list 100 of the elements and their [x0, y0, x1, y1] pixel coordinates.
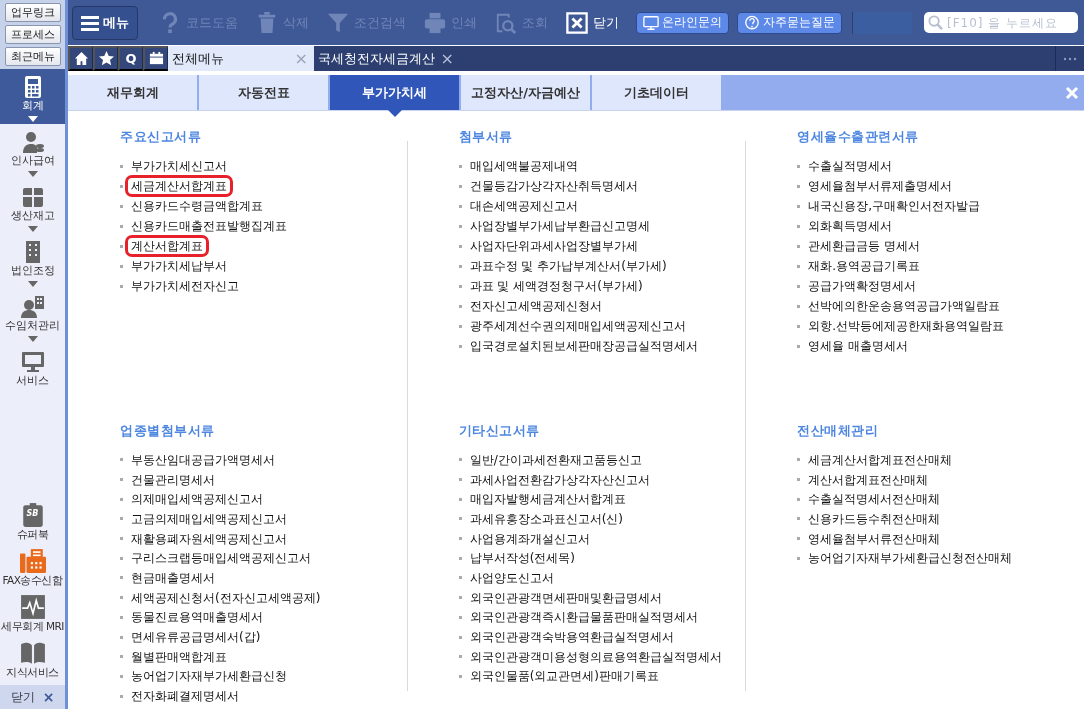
category-tab[interactable]: 고정자산/자금예산 [461, 75, 592, 110]
tool-nav-item[interactable]: FAX송수신함 [0, 545, 65, 591]
menu-link[interactable]: 동물진료용역매출명세서 [125, 606, 269, 629]
category-tab[interactable]: 재무회계 [68, 75, 199, 110]
bullet-icon [797, 304, 801, 308]
bullet-icon [120, 164, 123, 168]
bullet-icon [120, 458, 123, 462]
module-nav-item[interactable]: 법인조정 [0, 234, 65, 289]
bullet-icon [797, 517, 801, 521]
quick-search-button[interactable]: Q [118, 46, 143, 71]
module-nav-item[interactable]: 회계 [0, 69, 65, 124]
bullet-icon [458, 537, 462, 541]
close-icon[interactable]: × [440, 49, 454, 68]
quick-link-button[interactable]: 최근메뉴 [4, 47, 61, 66]
bullet-icon [797, 497, 801, 501]
section-heading: 기타신고서류 [458, 423, 540, 440]
category-tab[interactable]: 자동전표 [199, 75, 330, 110]
menu-link[interactable]: 외국인관광객즉시환급물품판매실적명세서 [463, 606, 704, 629]
menu-link[interactable]: 영세율 매출명세서 [802, 335, 915, 357]
menu-link[interactable]: 부동산임대공급가액명세서 [125, 448, 281, 471]
menu-link[interactable]: 계산서합계표전산매체 [802, 468, 935, 491]
menu-link[interactable]: 외국인물품(외교관면세)판매기록표 [463, 665, 666, 688]
window-tab[interactable]: 국세청전자세금계산 × [314, 46, 460, 71]
bullet-icon [120, 596, 123, 600]
menu-link[interactable]: 매입세액불공제내역 [463, 155, 584, 177]
bullet-icon [120, 284, 123, 288]
menu-link[interactable]: 광주세계선수권의제매입세액공제신고서 [463, 315, 692, 337]
close-box-icon [566, 11, 588, 34]
module-nav-item[interactable]: 생산재고 [0, 179, 65, 234]
close-icon: × [42, 689, 55, 705]
menu-link[interactable]: 외항.선박등에제공한재화용역일람표 [802, 315, 1011, 337]
tool-nav-item[interactable]: 지식서비스 [0, 637, 65, 683]
menu-link[interactable]: 사업장별부가세납부환급신고명세 [463, 215, 656, 237]
window-tab[interactable]: 전체메뉴 × [168, 46, 314, 71]
section-heading: 업종별첨부서류 [120, 423, 215, 440]
menu-link[interactable]: 전자화폐결제명세서 [125, 685, 245, 708]
menu-link[interactable]: 외화획득명세서 [802, 215, 899, 237]
menu-link[interactable]: 내국신용장,구매확인서전자발급 [802, 195, 987, 217]
grid-icon [20, 185, 45, 209]
menu-link[interactable]: 전자신고세액공제신청서 [463, 295, 608, 317]
bullet-icon [120, 184, 123, 188]
search-field[interactable]: [F10] 을 누르세요 [924, 12, 1078, 33]
quick-link-button[interactable]: 프로세스 [4, 25, 61, 44]
tool-nav-item[interactable]: 세무회계 MRI [0, 591, 65, 637]
menu-link[interactable]: 건물관리명세서 [125, 468, 221, 491]
bullet-icon [458, 304, 462, 308]
menu-link[interactable]: 외국인관광객면세판매및환급명세서 [463, 586, 668, 609]
search-icon [495, 11, 517, 34]
menu-link[interactable]: 대손세액공제신고서 [463, 195, 584, 217]
bullet-icon [120, 556, 123, 560]
bullet-icon [120, 244, 123, 248]
module-nav-item[interactable]: 인사급여 [0, 124, 65, 179]
bullet-icon [797, 204, 801, 208]
home-icon [73, 51, 89, 66]
menu-link[interactable]: 과세사업전환감가상각자산신고서 [463, 468, 656, 491]
menu-link[interactable]: 세액공제신청서(전자신고세액공제) [125, 586, 327, 609]
search-icon [928, 15, 943, 30]
menu-link[interactable]: 재활용폐자원세액공제신고서 [125, 527, 293, 550]
bullet-icon [458, 458, 462, 462]
category-tab[interactable]: 기초데이터 [592, 75, 723, 110]
module-nav-item[interactable]: 서비스 [0, 344, 65, 399]
menu-link[interactable]: 선박에의한운송용역공급가액일람표 [802, 295, 1007, 317]
menu-link[interactable]: 관세환급금등 명세서 [802, 235, 927, 257]
menu-link[interactable]: 영세율첨부서류제출명세서 [802, 175, 959, 197]
menu-link[interactable]: 수출실적명세서 [802, 155, 899, 177]
favorites-button[interactable] [93, 46, 118, 71]
quick-link-button[interactable]: 업무링크 [4, 3, 61, 22]
menu-link[interactable]: 입국경로설치된보세판매장공급실적명세서 [463, 335, 704, 357]
menu-link[interactable]: 사업자단위과세사업장별부가세 [463, 235, 644, 257]
menu-link[interactable]: 계산서합계표 [125, 235, 209, 257]
menu-link[interactable]: 신용카드매출전표발행집계표 [125, 215, 293, 237]
menu-link[interactable]: 부가가치세납부서 [125, 255, 233, 277]
menu-link[interactable]: 세금계산서합계표전산매체 [802, 448, 959, 471]
menu-button[interactable]: 메뉴 [72, 5, 138, 40]
module-nav-item[interactable]: 수임처관리 [0, 289, 65, 344]
close-panel-button[interactable]: 닫기 × [0, 685, 65, 709]
tool-nav-item[interactable]: SB 슈퍼북 [0, 499, 65, 545]
menu-link[interactable]: 부가가치세신고서 [125, 155, 233, 177]
calendar-button[interactable] [143, 46, 168, 71]
bullet-icon [120, 537, 123, 541]
menu-link[interactable]: 과표 및 세액경정청구서(부가세) [463, 275, 649, 297]
menu-link[interactable]: 공급가액확정명세서 [802, 275, 923, 297]
bullet-icon [797, 164, 801, 168]
menu-link[interactable]: 과표수정 및 추가납부계산서(부가세) [463, 255, 673, 277]
bullet-icon [458, 164, 462, 168]
home-button[interactable] [68, 46, 93, 71]
menu-link[interactable]: 재화.용역공급기록표 [802, 255, 927, 277]
menu-link[interactable]: 일반/간이과세전환재고품등신고 [463, 448, 648, 471]
menu-link[interactable]: 부가가치세전자신고 [125, 275, 245, 297]
menu-link[interactable]: 사업용계좌개설신고서 [463, 527, 596, 550]
menu-link[interactable]: 농어업기자재부가세환급신청전산매체 [802, 547, 1019, 570]
menu-link[interactable]: 신용카드수령금액합계표 [125, 195, 269, 217]
menu-link[interactable]: 건물등감가상각자산취득명세서 [463, 175, 644, 197]
toolbar-button[interactable]: 닫기 [557, 5, 628, 40]
more-icon[interactable] [1063, 56, 1077, 61]
filter-icon [327, 11, 349, 34]
menu-link[interactable]: 농어업기자재부가세환급신청 [125, 665, 293, 688]
menu-link[interactable]: 영세율첨부서류전산매체 [802, 527, 947, 550]
bullet-icon [458, 596, 462, 600]
menu-link[interactable]: 세금계산서합계표 [125, 175, 233, 197]
